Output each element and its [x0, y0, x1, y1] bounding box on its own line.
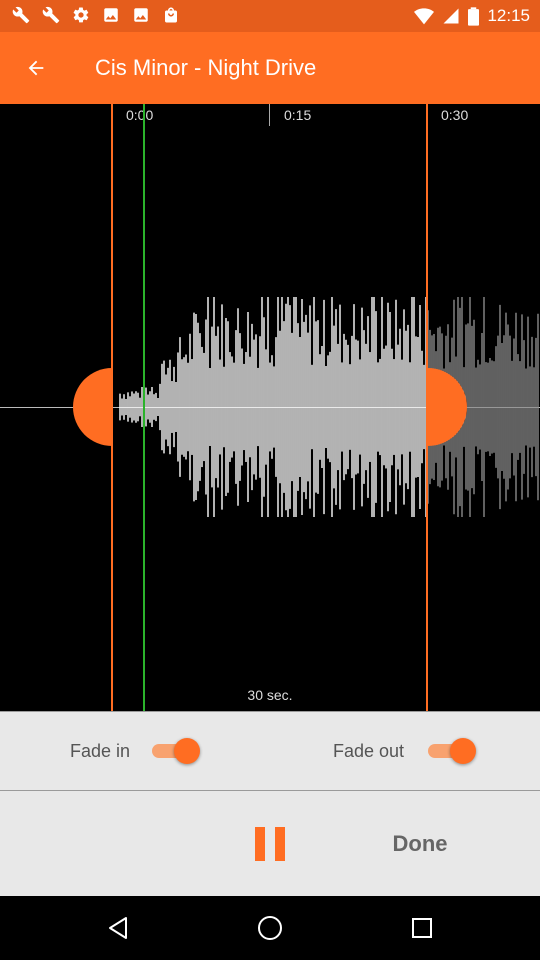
- fade-out-toggle[interactable]: [424, 738, 476, 764]
- selection-duration: 30 sec.: [247, 687, 293, 703]
- page-title: Cis Minor - Night Drive: [95, 55, 317, 80]
- signal-icon: [443, 8, 459, 24]
- pause-icon: [275, 827, 285, 861]
- nav-back-button[interactable]: [98, 908, 138, 948]
- wrench-icon: [42, 6, 60, 24]
- pause-icon: [255, 827, 265, 861]
- arrow-left-icon: [28, 60, 44, 76]
- pause-button[interactable]: [246, 817, 294, 871]
- fade-in-label: Fade in: [70, 741, 131, 761]
- fade-in-toggle[interactable]: [148, 738, 200, 764]
- battery-icon: [468, 6, 480, 26]
- toggle-thumb: [174, 738, 200, 764]
- app-bar: Cis Minor - Night Drive: [0, 32, 540, 104]
- fade-out-label: Fade out: [333, 741, 405, 761]
- action-bar: Done: [0, 791, 540, 896]
- system-nav-bar: [0, 896, 540, 960]
- playhead[interactable]: [143, 104, 145, 711]
- wrench-icon: [12, 6, 30, 24]
- triangle-back-icon: [109, 917, 127, 939]
- notification-icons: [12, 6, 180, 24]
- wifi-icon: [414, 8, 435, 25]
- nav-recents-button[interactable]: [402, 908, 442, 948]
- toggle-thumb: [450, 738, 476, 764]
- square-recents-icon: [412, 918, 432, 938]
- circle-home-icon: [258, 916, 282, 940]
- image-icon: [104, 8, 118, 22]
- done-button[interactable]: Done: [372, 817, 468, 871]
- gear-icon: [73, 7, 89, 23]
- status-right: 12:15: [414, 0, 530, 32]
- nav-home-button[interactable]: [250, 908, 290, 948]
- status-bar: 12:15: [0, 0, 540, 32]
- image-icon: [134, 8, 148, 22]
- status-time: 12:15: [487, 6, 530, 25]
- waveform-editor[interactable]: 0:00 0:15 0:30 30 sec.: [0, 104, 540, 711]
- shopping-bag-icon: [165, 7, 177, 23]
- back-button[interactable]: [14, 46, 58, 90]
- fade-controls: Fade in Fade out: [0, 712, 540, 790]
